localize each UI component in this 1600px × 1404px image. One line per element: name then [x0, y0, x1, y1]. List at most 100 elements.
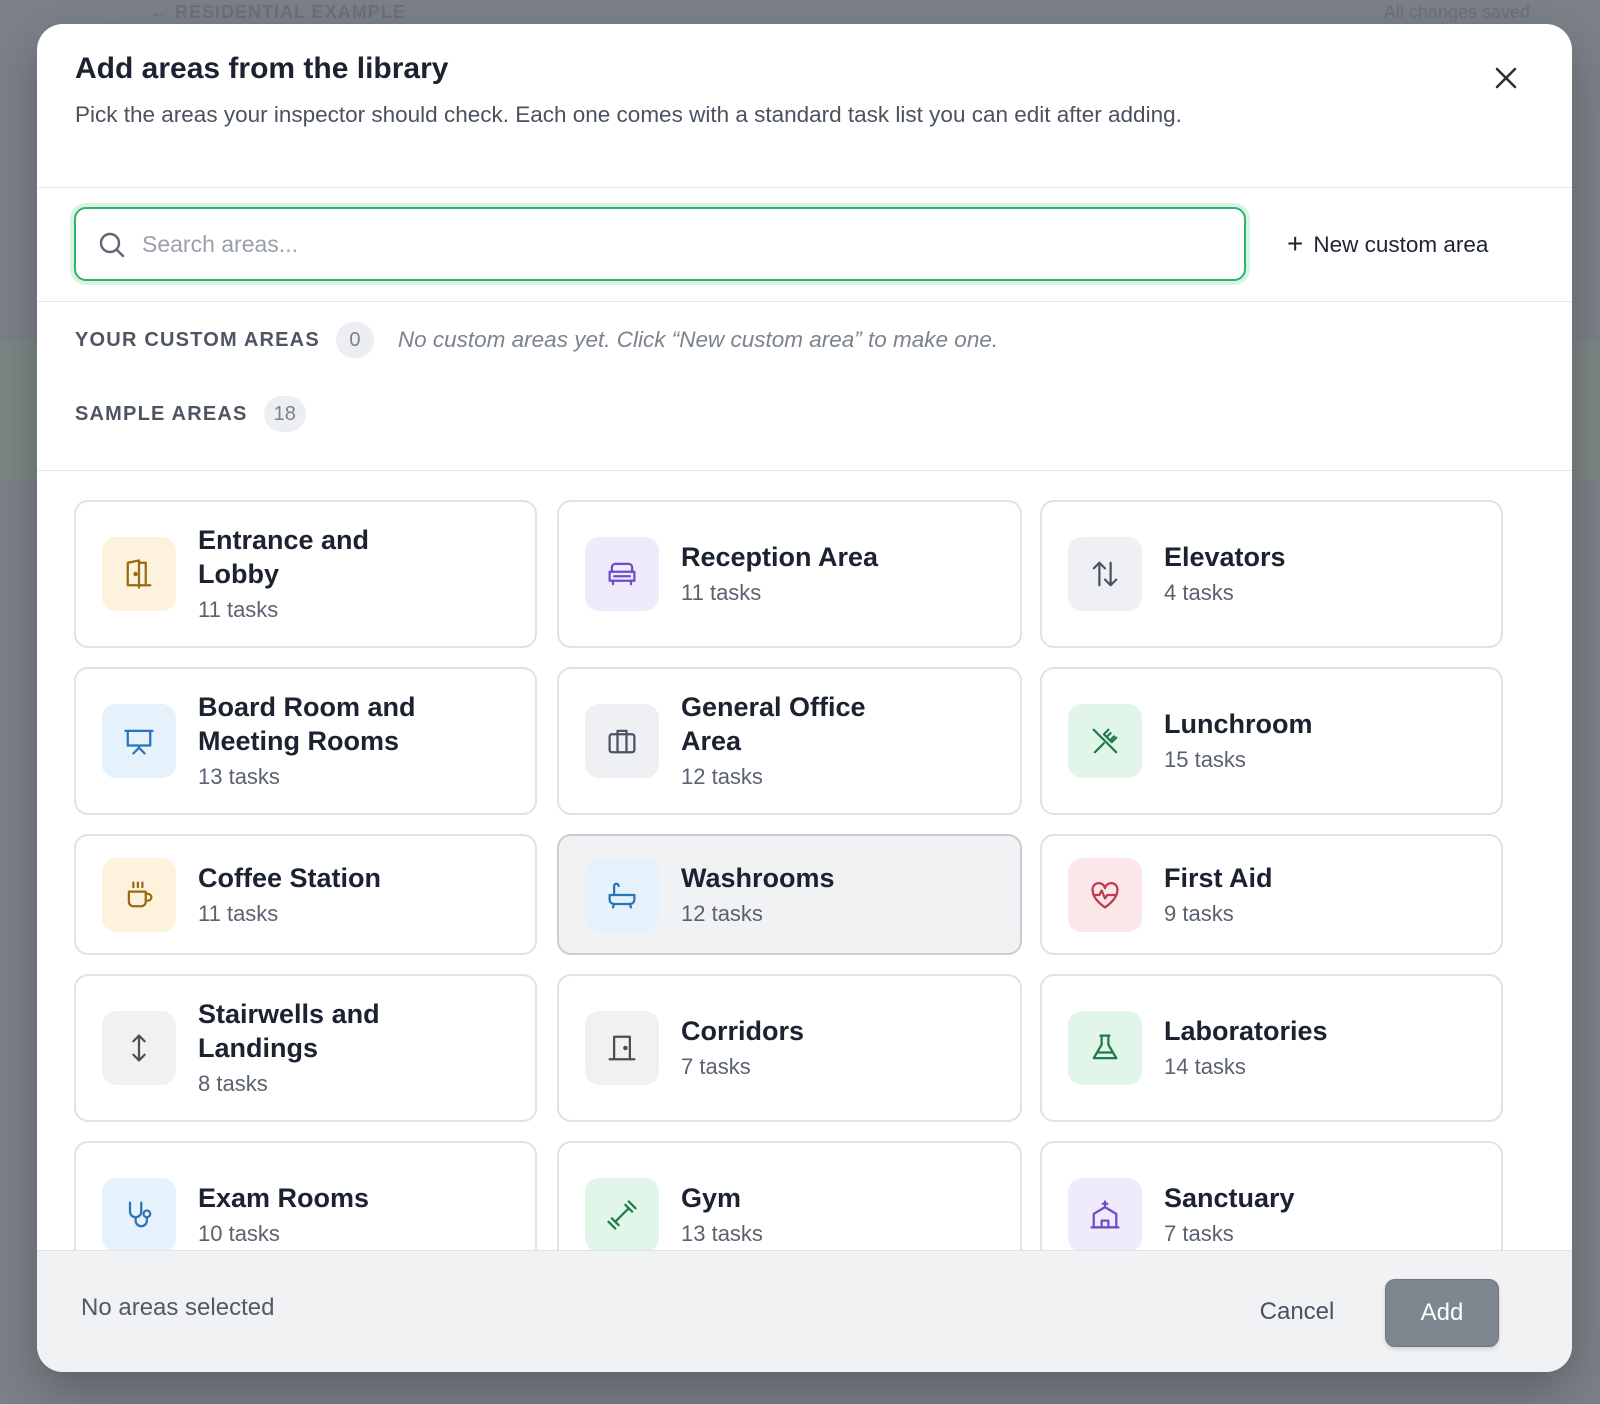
area-name: Washrooms	[681, 862, 835, 893]
area-card[interactable]: General Office Area 12 tasks	[557, 667, 1022, 815]
bg-breadcrumb: ← RESIDENTIAL EXAMPLE	[150, 2, 406, 22]
plus-icon: +	[1287, 227, 1304, 259]
area-card[interactable]: Corridors 7 tasks	[557, 974, 1022, 1122]
area-task-count: 11 tasks	[198, 597, 279, 622]
area-card-text: Exam Rooms 10 tasks	[198, 1181, 428, 1249]
section-divider	[37, 470, 1572, 471]
new-custom-area-button[interactable]: + New custom area	[1287, 228, 1488, 262]
area-task-count: 8 tasks	[198, 1071, 268, 1096]
modal-subtitle: Pick the areas your inspector should che…	[75, 102, 1182, 127]
area-task-count: 4 tasks	[1164, 580, 1234, 605]
heart-pulse-icon	[1068, 857, 1142, 932]
close-icon	[1495, 67, 1517, 89]
area-card[interactable]: Laboratories 14 tasks	[1040, 974, 1503, 1122]
area-name: Elevators	[1164, 542, 1286, 572]
area-name: Laboratories	[1164, 1016, 1328, 1046]
area-task-count: 7 tasks	[681, 1054, 751, 1079]
area-task-count: 14 tasks	[1164, 1054, 1246, 1079]
briefcase-icon	[585, 704, 659, 778]
area-card-text: General Office Area 12 tasks	[681, 690, 911, 792]
utensils-icon	[1068, 704, 1142, 778]
area-card-text: Board Room and Meeting Rooms 13 tasks	[198, 690, 428, 792]
area-name: Gym	[681, 1183, 742, 1213]
sample-areas-label: SAMPLE AREAS	[75, 402, 248, 425]
dumbbell-icon	[585, 1178, 659, 1252]
area-task-count: 13 tasks	[198, 764, 280, 789]
area-card-text: Lunchroom 15 tasks	[1164, 707, 1394, 775]
area-task-count: 13 tasks	[681, 1221, 763, 1246]
area-card-text: Entrance and Lobby 11 tasks	[198, 523, 428, 625]
search-box[interactable]	[74, 207, 1246, 281]
selection-status: No areas selected	[81, 1294, 275, 1321]
area-card-text: Sanctuary 7 tasks	[1164, 1181, 1394, 1249]
area-name: Sanctuary	[1164, 1183, 1295, 1213]
search-input[interactable]	[142, 219, 1222, 269]
custom-areas-label: YOUR CUSTOM AREAS	[75, 328, 320, 351]
custom-areas-empty-text: No custom areas yet. Click “New custom a…	[397, 327, 999, 352]
area-name: Exam Rooms	[198, 1183, 370, 1213]
modal-title: Add areas from the library	[75, 52, 449, 85]
area-task-count: 11 tasks	[681, 580, 762, 605]
area-name: Corridors	[681, 1016, 805, 1046]
area-card-text: Reception Area 11 tasks	[681, 540, 911, 608]
area-task-count: 15 tasks	[1164, 747, 1246, 772]
arrow-up-down-icon	[102, 1011, 176, 1085]
door-closed-icon	[585, 1011, 659, 1085]
area-card[interactable]: Elevators 4 tasks	[1040, 500, 1503, 648]
bg-save-status: All changes saved	[1383, 2, 1530, 22]
church-icon	[1068, 1178, 1142, 1252]
area-name: Reception Area	[681, 542, 879, 572]
close-button[interactable]	[1490, 62, 1522, 94]
door-icon	[102, 537, 176, 611]
area-grid[interactable]: Entrance and Lobby 11 tasks Reception Area…	[74, 500, 1540, 1272]
area-task-count: 12 tasks	[681, 900, 763, 926]
area-name: Coffee Station	[198, 862, 382, 893]
bathtub-icon	[585, 857, 659, 932]
area-card[interactable]: Washrooms 12 tasks	[557, 834, 1022, 955]
new-custom-area-label: New custom area	[1313, 232, 1489, 257]
area-card-text: Washrooms 12 tasks	[681, 861, 911, 929]
coffee-icon	[102, 857, 176, 932]
area-task-count: 10 tasks	[198, 1221, 280, 1246]
area-card-text: Elevators 4 tasks	[1164, 540, 1394, 608]
add-areas-modal: Add areas from the library Pick the area…	[37, 24, 1572, 1372]
area-card[interactable]: Board Room and Meeting Rooms 13 tasks	[74, 667, 537, 815]
area-card-text: Gym 13 tasks	[681, 1181, 911, 1249]
area-card[interactable]: First Aid 9 tasks	[1040, 834, 1503, 955]
sample-areas-count: 18	[263, 396, 306, 432]
area-card-text: Coffee Station 11 tasks	[198, 861, 428, 929]
area-task-count: 7 tasks	[1164, 1221, 1234, 1246]
search-row: + New custom area	[37, 188, 1572, 302]
stethoscope-icon	[102, 1178, 176, 1252]
presentation-icon	[102, 704, 176, 778]
area-task-count: 12 tasks	[681, 764, 763, 789]
custom-areas-count: 0	[335, 322, 374, 358]
modal-footer: No areas selected Cancel Add	[37, 1250, 1572, 1372]
area-name: Board Room and Meeting Rooms	[198, 692, 416, 756]
sample-areas-section: SAMPLE AREAS 18	[75, 396, 306, 432]
area-task-count: 9 tasks	[1164, 900, 1234, 926]
sofa-icon	[585, 537, 659, 611]
flask-icon	[1068, 1011, 1142, 1085]
arrows-up-down-icon	[1068, 537, 1142, 611]
area-card[interactable]: Lunchroom 15 tasks	[1040, 667, 1503, 815]
area-name: First Aid	[1164, 862, 1273, 893]
area-name: General Office Area	[681, 692, 866, 756]
area-card[interactable]: Entrance and Lobby 11 tasks	[74, 500, 537, 648]
area-card[interactable]: Coffee Station 11 tasks	[74, 834, 537, 955]
area-card-text: Stairwells and Landings 8 tasks	[198, 997, 428, 1099]
modal-header: Add areas from the library Pick the area…	[37, 24, 1572, 188]
area-card-text: First Aid 9 tasks	[1164, 861, 1394, 929]
area-task-count: 11 tasks	[198, 900, 279, 926]
area-name: Stairwells and Landings	[198, 999, 380, 1063]
area-card-text: Corridors 7 tasks	[681, 1014, 911, 1082]
area-card-text: Laboratories 14 tasks	[1164, 1014, 1394, 1082]
area-name: Entrance and Lobby	[198, 525, 370, 589]
custom-areas-section: YOUR CUSTOM AREAS 0 No custom areas yet.…	[75, 322, 998, 358]
cancel-button[interactable]: Cancel	[1237, 1285, 1357, 1339]
search-icon	[99, 232, 125, 258]
area-card[interactable]: Reception Area 11 tasks	[557, 500, 1022, 648]
area-name: Lunchroom	[1164, 709, 1313, 739]
add-button[interactable]: Add	[1385, 1279, 1499, 1347]
area-card[interactable]: Stairwells and Landings 8 tasks	[74, 974, 537, 1122]
